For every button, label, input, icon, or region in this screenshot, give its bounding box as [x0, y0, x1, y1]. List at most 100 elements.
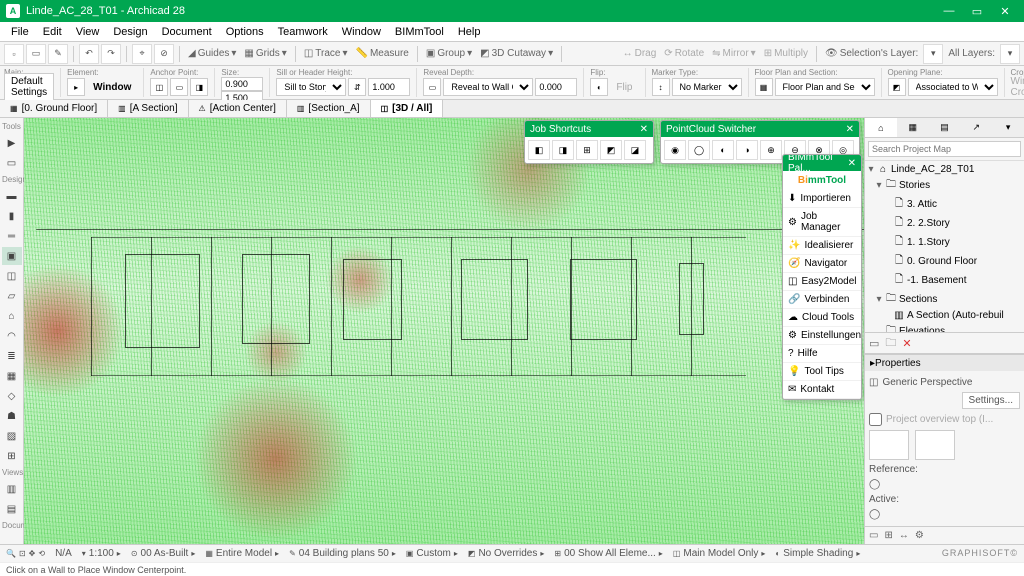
tab-action-center[interactable]: ⚠[Action Center]: [189, 100, 287, 117]
redo-icon[interactable]: ↷: [101, 44, 121, 64]
zone-tool-icon[interactable]: ▨: [2, 427, 22, 445]
undo-icon[interactable]: ↶: [79, 44, 99, 64]
size-width-input[interactable]: [221, 77, 263, 91]
fps-icon[interactable]: ▦: [755, 78, 773, 96]
cutaway-toggle[interactable]: ◩ 3D Cutaway ▾: [477, 48, 556, 59]
new-folder-icon[interactable]: 🗀: [885, 334, 896, 353]
shell-tool-icon[interactable]: ◠: [2, 327, 22, 345]
bimm-jobmanager[interactable]: ⚙Job Manager: [783, 208, 861, 237]
minimize-button[interactable]: —: [936, 2, 962, 20]
anchor-opt3[interactable]: ◨: [190, 78, 208, 96]
override-combo[interactable]: No Overrides: [478, 548, 537, 559]
tab-a-section[interactable]: ▥[A Section]: [108, 100, 188, 117]
act-thumbnail[interactable]: [915, 430, 955, 460]
morph-tool-icon[interactable]: ◇: [2, 387, 22, 405]
pc-btn-2[interactable]: ◯: [688, 140, 710, 160]
elevation-tool-icon[interactable]: ▤: [2, 500, 22, 518]
menu-edit[interactable]: Edit: [36, 24, 69, 40]
foot-btn-3[interactable]: ↔: [899, 530, 909, 541]
measure-button[interactable]: 📏 Measure: [353, 48, 412, 59]
reveal-value-input[interactable]: [535, 78, 577, 96]
door-tool-icon[interactable]: ◫: [2, 267, 22, 285]
nav-tab-view[interactable]: ▦: [897, 118, 929, 137]
bimm-easy2model[interactable]: ◫Easy2Model: [783, 273, 861, 291]
multiply-button[interactable]: ⊞ Multiply: [761, 48, 811, 59]
tab-ground-floor[interactable]: ▦[0. Ground Floor]: [0, 100, 108, 117]
anchor-opt1[interactable]: ◫: [150, 78, 168, 96]
marquee-tool-icon[interactable]: ▭: [2, 154, 22, 172]
pc-btn-5[interactable]: ⊕: [760, 140, 782, 160]
overview-checkbox[interactable]: [869, 413, 882, 426]
tab-section-a[interactable]: ▥[Section_A]: [287, 100, 371, 117]
marker-select[interactable]: No Marker: [672, 78, 742, 96]
menu-bimmtool[interactable]: BIMmTool: [388, 24, 451, 40]
close-icon[interactable]: ✕: [848, 158, 856, 169]
anchor-opt2[interactable]: ▭: [170, 78, 188, 96]
menu-help[interactable]: Help: [451, 24, 488, 40]
search-project-input[interactable]: [868, 141, 1021, 157]
penset-combo[interactable]: 04 Building plans 50: [299, 548, 389, 559]
grids-toggle[interactable]: ▦ Grids ▾: [241, 48, 289, 59]
bimm-navigator[interactable]: 🧭Navigator: [783, 255, 861, 273]
flip-icon[interactable]: ◐: [590, 78, 608, 96]
close-button[interactable]: ✕: [992, 2, 1018, 20]
fit-icon[interactable]: ⊡: [19, 549, 26, 558]
drag-button[interactable]: ↔ Drag: [620, 48, 660, 59]
menu-view[interactable]: View: [69, 24, 107, 40]
new-icon[interactable]: ▫: [4, 44, 24, 64]
column-tool-icon[interactable]: ▮: [2, 207, 22, 225]
shading-combo[interactable]: Simple Shading: [783, 548, 853, 559]
sel-layer-pick[interactable]: ▾: [923, 44, 943, 64]
save-icon[interactable]: ✎: [48, 44, 68, 64]
bimmtool-palette[interactable]: BIMmTool Pal...✕ BimmTool ⬇Importieren ⚙…: [782, 154, 862, 400]
mirror-button[interactable]: ⇋ Mirror ▾: [709, 48, 759, 59]
bimm-einstellungen[interactable]: ⚙Einstellungen: [783, 327, 861, 345]
window-tool-icon[interactable]: ▣: [2, 247, 22, 265]
element-arrow-icon[interactable]: ▸: [67, 78, 85, 96]
all-layers-pick[interactable]: ▾: [1000, 44, 1020, 64]
model-filter[interactable]: Entire Model: [216, 548, 272, 559]
bimm-kontakt[interactable]: ✉Kontakt: [783, 381, 861, 399]
trace-toggle[interactable]: ◫ Trace ▾: [301, 48, 351, 59]
bimm-hilfe[interactable]: ?Hilfe: [783, 345, 861, 363]
fps-select[interactable]: Floor Plan and Section...: [775, 78, 875, 96]
pan-icon[interactable]: ✥: [29, 549, 36, 558]
menu-document[interactable]: Document: [155, 24, 219, 40]
tab-3d-all[interactable]: ◫[3D / All]: [371, 100, 444, 117]
scale-display[interactable]: 1:100: [89, 548, 114, 559]
bimm-idealisierer[interactable]: ✨Idealisierer: [783, 237, 861, 255]
mainmodel-combo[interactable]: Main Model Only: [683, 548, 758, 559]
guides-toggle[interactable]: ◢ Guides ▾: [185, 48, 239, 59]
job-btn-3[interactable]: ⊞: [576, 140, 598, 160]
bimm-importieren[interactable]: ⬇Importieren: [783, 190, 861, 208]
pc-btn-4[interactable]: ◑: [736, 140, 758, 160]
beam-tool-icon[interactable]: ═: [2, 227, 22, 245]
ref-thumbnail[interactable]: [869, 430, 909, 460]
bimm-cloudtools[interactable]: ☁Cloud Tools: [783, 309, 861, 327]
pick-icon[interactable]: ⌖: [132, 44, 152, 64]
job-btn-5[interactable]: ◪: [624, 140, 646, 160]
group-toggle[interactable]: ▣ Group ▾: [423, 48, 475, 59]
rotate-button[interactable]: ⟳ Rotate: [661, 48, 707, 59]
delete-icon[interactable]: ✕: [902, 337, 911, 350]
3d-viewport[interactable]: Job Shortcuts✕ ◧◨⊞◩◪ PointCloud Switcher…: [24, 118, 864, 544]
project-tree[interactable]: ▾⌂Linde_AC_28_T01 ▾🗀Stories 🗋3. Attic 🗋2…: [865, 161, 1024, 332]
wall-tool-icon[interactable]: ▬: [2, 187, 22, 205]
bimm-verbinden[interactable]: 🔗Verbinden: [783, 291, 861, 309]
menu-teamwork[interactable]: Teamwork: [271, 24, 335, 40]
nav-tab-project[interactable]: ⌂: [865, 118, 897, 137]
oplane-icon[interactable]: ◩: [888, 78, 906, 96]
marker-icon[interactable]: ↕: [652, 78, 670, 96]
nav-tab-layout[interactable]: ▤: [929, 118, 961, 137]
job-shortcuts-palette[interactable]: Job Shortcuts✕ ◧◨⊞◩◪: [524, 120, 654, 164]
sill-link-icon[interactable]: ⇵: [348, 78, 366, 96]
job-btn-2[interactable]: ◨: [552, 140, 574, 160]
nav-tab-more[interactable]: ▾: [992, 118, 1024, 137]
pc-btn-3[interactable]: ◐: [712, 140, 734, 160]
curtain-tool-icon[interactable]: ▦: [2, 367, 22, 385]
default-settings-button[interactable]: Default Settings: [4, 73, 54, 101]
arrow-tool-icon[interactable]: ▶: [2, 134, 22, 152]
slab-tool-icon[interactable]: ▱: [2, 287, 22, 305]
settings-button[interactable]: Settings...: [962, 392, 1020, 409]
zoom-icon[interactable]: 🔍: [6, 549, 16, 558]
